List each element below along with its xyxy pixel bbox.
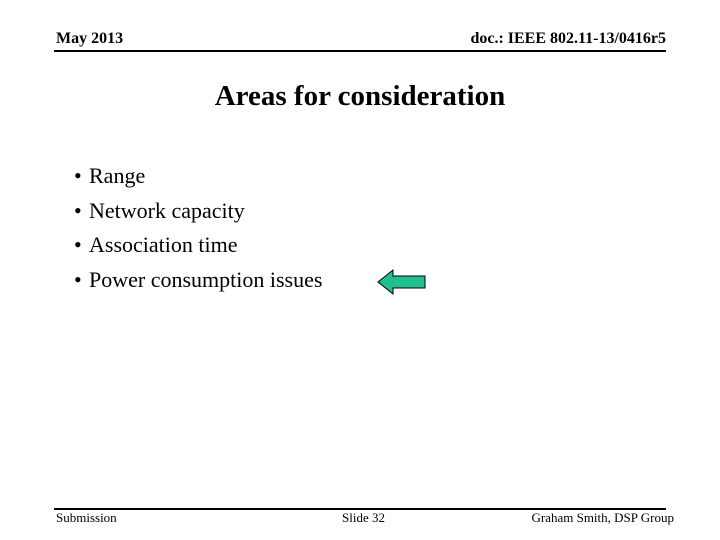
header-rule	[54, 50, 666, 52]
header-doc-id: doc.: IEEE 802.11-13/0416r5	[470, 30, 666, 47]
bullet-dot: •	[74, 232, 82, 257]
footer-submission: Submission	[56, 510, 117, 525]
bullet-text: Range	[89, 163, 146, 188]
header-date: May 2013	[56, 30, 124, 47]
bullet-text: Association time	[89, 232, 238, 257]
bullet-item: • Power consumption issues	[74, 264, 322, 299]
bullet-item: • Network capacity	[74, 195, 322, 230]
footer-author: Graham Smith, DSP Group	[531, 510, 674, 525]
left-arrow-icon	[377, 268, 426, 296]
footer-slide-number: Slide 32	[342, 510, 385, 525]
bullet-item: • Range	[74, 160, 322, 195]
bullet-dot: •	[74, 197, 82, 223]
bullet-dot: •	[74, 163, 82, 188]
bullet-list: • Range • Network capacity • Association ti…	[74, 160, 322, 298]
bullet-dot: •	[74, 266, 82, 292]
bullet-text: Power consumption issues	[89, 266, 323, 292]
slide-title: Areas for consideration	[214, 80, 506, 112]
bullet-text: Network capacity	[89, 197, 245, 223]
bullet-item: • Association time	[74, 229, 322, 264]
